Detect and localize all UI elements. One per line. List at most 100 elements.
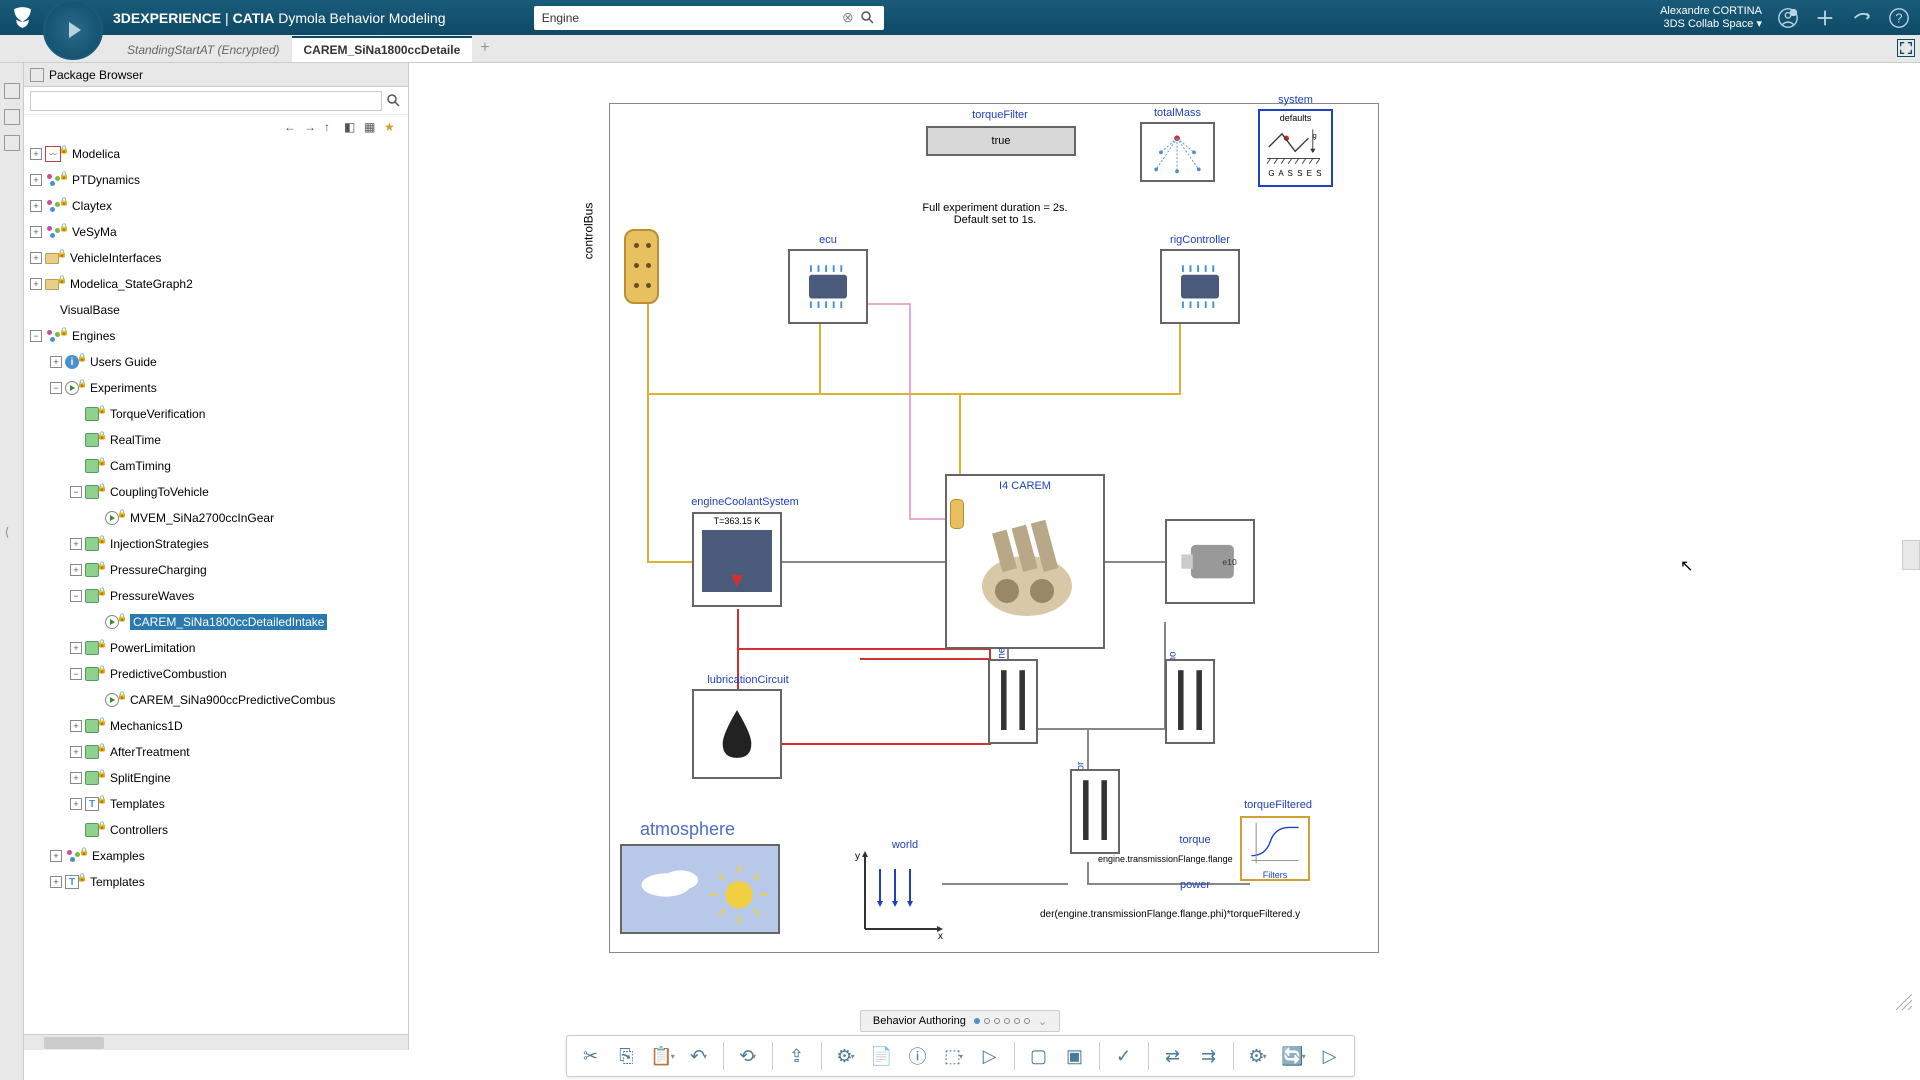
comp-ecu[interactable] <box>788 249 868 324</box>
expand-icon[interactable] <box>1897 39 1915 57</box>
comp-controlbus[interactable] <box>624 229 659 304</box>
comp-system[interactable]: defaults g G A S S E S <box>1258 109 1333 187</box>
add-icon[interactable] <box>1814 7 1836 29</box>
tree-experiments[interactable]: −🔒Experiments <box>24 375 408 401</box>
tree-usersguide[interactable]: +i🔒Users Guide <box>24 349 408 375</box>
tree-pressurewaves[interactable]: −🔒PressureWaves <box>24 583 408 609</box>
mode-chevron-icon[interactable]: ⌄ <box>1038 1015 1047 1028</box>
tab-active[interactable]: CAREM_SiNa1800ccDetaile <box>292 36 473 62</box>
tree-splitengine[interactable]: +🔒SplitEngine <box>24 765 408 791</box>
tree-vesyma[interactable]: +🔒VeSyMa <box>24 219 408 245</box>
refresh-button[interactable]: ⟲▾ <box>732 1040 764 1072</box>
tool-doc[interactable]: 📄 <box>866 1040 898 1072</box>
tab-inactive[interactable]: StandingStartAT (Encrypted) <box>115 38 292 62</box>
tool-check[interactable]: ✓ <box>1108 1040 1140 1072</box>
tool-box-2[interactable]: ▣ <box>1059 1040 1091 1072</box>
tree-engines[interactable]: −🔒Engines <box>24 323 408 349</box>
search-box[interactable]: ⊗ <box>534 6 884 30</box>
comp-engine[interactable]: I4 CAREM <box>945 474 1105 649</box>
nav-tool-1[interactable]: ◧ <box>344 120 358 134</box>
tool-gear-1[interactable]: ⚙▾ <box>830 1040 862 1072</box>
tool-sync[interactable]: 🔄▾ <box>1278 1040 1310 1072</box>
tree-templates2[interactable]: +T🔒Templates <box>24 869 408 895</box>
pb-search-icon[interactable] <box>386 93 402 109</box>
compass-icon[interactable] <box>43 0 103 60</box>
search-clear-icon[interactable]: ⊗ <box>842 9 854 26</box>
tool-sim-2[interactable]: ⇉ <box>1193 1040 1225 1072</box>
nav-up-icon[interactable]: ↑ <box>324 120 338 134</box>
strip-tool-3[interactable] <box>4 135 20 151</box>
tree-mvem[interactable]: 🔒MVEM_SiNa2700ccInGear <box>24 505 408 531</box>
comp-mountsfloor[interactable] <box>1070 769 1120 854</box>
copy-button[interactable]: ⎘ <box>611 1040 643 1072</box>
mode-indicator[interactable]: Behavior Authoring ⌄ <box>860 1010 1060 1032</box>
package-tree[interactable]: +〰🔒Modelica +🔒PTDynamics +🔒Claytex +🔒VeS… <box>24 139 408 1034</box>
tree-modelica[interactable]: +〰🔒Modelica <box>24 141 408 167</box>
tree-coupling[interactable]: −🔒CouplingToVehicle <box>24 479 408 505</box>
comp-atmosphere[interactable] <box>620 844 780 934</box>
tree-camtiming[interactable]: 🔒CamTiming <box>24 453 408 479</box>
strip-tool-1[interactable] <box>4 83 20 99</box>
search-input[interactable] <box>542 11 842 25</box>
diagram-canvas[interactable]: torqueFilter true totalMass system defau… <box>409 63 1920 1050</box>
tab-add-button[interactable]: + <box>472 34 497 62</box>
undo-button[interactable]: ↶▾ <box>683 1040 715 1072</box>
search-icon[interactable] <box>860 10 876 26</box>
tree-templates[interactable]: +T🔒Templates <box>24 791 408 817</box>
comp-filter[interactable]: Filters <box>1240 816 1310 881</box>
tool-component[interactable]: ⬚▾ <box>938 1040 970 1072</box>
pb-search-input[interactable] <box>30 91 382 111</box>
engine-bus-connector[interactable] <box>950 499 964 529</box>
user-icon[interactable] <box>1777 7 1799 29</box>
strip-tool-2[interactable] <box>4 109 20 125</box>
tree-injection[interactable]: +🔒InjectionStrategies <box>24 531 408 557</box>
tree-examples[interactable]: +🔒Examples <box>24 843 408 869</box>
comp-rigcontroller[interactable] <box>1160 249 1240 324</box>
right-panel-tab[interactable] <box>1902 540 1920 570</box>
user-info[interactable]: Alexandre CORTINA 3DS Collab Space ▾ <box>1660 5 1762 31</box>
comp-world[interactable]: xy <box>850 844 945 939</box>
nav-fwd-icon[interactable]: → <box>304 120 318 134</box>
nav-fav-icon[interactable]: ★ <box>384 120 398 134</box>
nav-back-icon[interactable]: ← <box>284 120 298 134</box>
tree-powerlimitation[interactable]: +🔒PowerLimitation <box>24 635 408 661</box>
paste-button[interactable]: 📋▾ <box>647 1040 679 1072</box>
tree-carem-selected[interactable]: 🔒CAREM_SiNa1800ccDetailedIntake <box>24 609 408 635</box>
tool-play[interactable]: ▷ <box>974 1040 1006 1072</box>
tree-aftertreatment[interactable]: +🔒AfterTreatment <box>24 739 408 765</box>
comp-torquefilter[interactable]: true <box>926 126 1076 156</box>
export-button[interactable]: ⇪ <box>781 1040 813 1072</box>
tool-next[interactable]: ▷ <box>1314 1040 1346 1072</box>
app-title: 3DEXPERIENCE | CATIA Dymola Behavior Mod… <box>113 10 446 26</box>
tool-sim-1[interactable]: ⇄ <box>1157 1040 1189 1072</box>
tree-stategraph2[interactable]: +🔒Modelica_StateGraph2 <box>24 271 408 297</box>
comp-mountsengine[interactable] <box>988 659 1038 744</box>
pb-header-icon <box>30 68 44 82</box>
comp-coolant[interactable]: T=363.15 K <box>692 512 782 607</box>
tree-visualbase[interactable]: VisualBase <box>24 297 408 323</box>
tree-ptdynamics[interactable]: +🔒PTDynamics <box>24 167 408 193</box>
share-icon[interactable] <box>1851 7 1873 29</box>
tree-realtime[interactable]: 🔒RealTime <box>24 427 408 453</box>
comp-lubrication[interactable] <box>692 689 782 779</box>
tool-box-1[interactable]: ▢ <box>1023 1040 1055 1072</box>
help-icon[interactable]: ? <box>1888 7 1910 29</box>
package-browser-panel: Package Browser ← → ↑ ◧ ▦ ★ +〰🔒Modelica … <box>24 63 409 1050</box>
tree-controllers[interactable]: 🔒Controllers <box>24 817 408 843</box>
comp-totalmass[interactable] <box>1140 122 1215 182</box>
nav-tool-2[interactable]: ▦ <box>364 120 378 134</box>
tree-predictive[interactable]: −🔒PredictiveCombustion <box>24 661 408 687</box>
canvas-resize-icon[interactable] <box>1896 994 1912 1010</box>
left-collapse-icon[interactable]: ⟨ <box>0 520 14 544</box>
tree-vehicleinterfaces[interactable]: +🔒VehicleInterfaces <box>24 245 408 271</box>
comp-dyno[interactable]: e10 <box>1165 519 1255 604</box>
tree-mechanics1d[interactable]: +🔒Mechanics1D <box>24 713 408 739</box>
tree-carem900[interactable]: 🔒CAREM_SiNa900ccPredictiveCombus <box>24 687 408 713</box>
tool-info[interactable]: ⓘ <box>902 1040 934 1072</box>
tool-settings[interactable]: ⚙▾ <box>1242 1040 1274 1072</box>
comp-mountsdyno[interactable] <box>1165 659 1215 744</box>
tree-pressurecharging[interactable]: +🔒PressureCharging <box>24 557 408 583</box>
tree-torqueverif[interactable]: 🔒TorqueVerification <box>24 401 408 427</box>
cut-button[interactable]: ✂ <box>575 1040 607 1072</box>
tree-claytex[interactable]: +🔒Claytex <box>24 193 408 219</box>
